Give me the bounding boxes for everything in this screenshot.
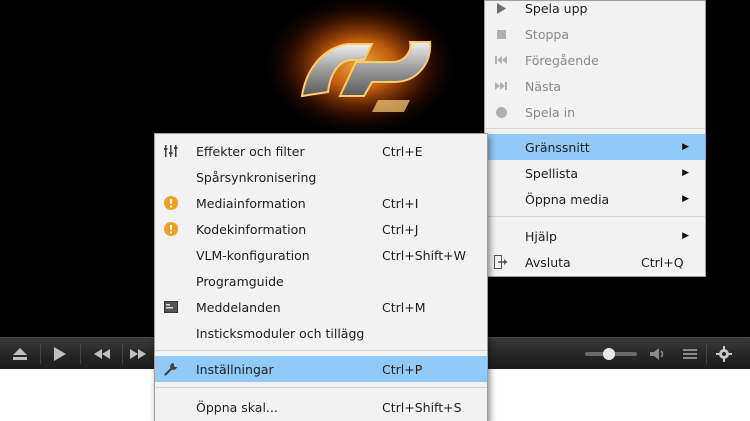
menu-item-label: Nästa [525, 78, 562, 94]
info-icon [163, 221, 179, 237]
play-icon [54, 347, 66, 361]
submenu-arrow-icon: ▶ [682, 194, 689, 204]
menu-item-shortcut: Ctrl+E [382, 143, 423, 159]
menu-item-label: Spellista [525, 165, 579, 181]
menu-item-label: Insticksmoduler och tillägg [196, 325, 365, 341]
menu-item-shortcut: Ctrl+M [382, 299, 426, 315]
menu-item-playlist[interactable]: Spellista ▶ [485, 160, 705, 186]
menu-item-preferences[interactable]: Inställningar Ctrl+P [155, 356, 487, 382]
interface-submenu: Effekter och filter Ctrl+E Spårsynkronis… [154, 133, 488, 421]
menu-item-interface[interactable]: Gränssnitt ▶ [485, 134, 705, 160]
wrench-icon [163, 361, 179, 377]
context-menu: Spela upp Stoppa Föregående Nästa Spela … [484, 0, 706, 277]
menu-item-label: Hjälp [525, 228, 557, 244]
rewind-icon [94, 349, 110, 359]
equalizer-icon [163, 143, 179, 159]
rewind-button[interactable] [84, 338, 120, 370]
eject-button[interactable] [2, 338, 38, 370]
menu-item-shortcut: Ctrl+Q [641, 254, 684, 270]
menu-item-open-shell[interactable]: Öppna skal... Ctrl+Shift+S [155, 394, 487, 420]
settings-button[interactable] [708, 338, 740, 370]
menu-item-label: Stoppa [525, 26, 570, 42]
menu-item-stop[interactable]: Stoppa [485, 21, 705, 47]
player-logo [260, 0, 460, 140]
playlist-button[interactable] [674, 338, 706, 370]
menu-item-track-sync[interactable]: Spårsynkronisering [155, 164, 487, 190]
play-icon [493, 0, 509, 16]
next-icon [493, 78, 509, 94]
messages-icon [163, 299, 179, 315]
menu-item-label: Kodekinformation [196, 221, 307, 237]
play-button[interactable] [42, 338, 78, 370]
fast-forward-icon [130, 349, 146, 359]
settings-gear-icon [716, 346, 732, 362]
menu-item-previous[interactable]: Föregående [485, 47, 705, 73]
menu-item-label: Programguide [196, 273, 284, 289]
menu-item-label: Mediainformation [196, 195, 306, 211]
menu-item-open-media[interactable]: Öppna media ▶ [485, 186, 705, 212]
menu-item-label: Öppna skal... [196, 399, 278, 415]
menu-item-label: Spela upp [525, 0, 588, 16]
menu-item-label: Inställningar [196, 361, 274, 377]
submenu-arrow-icon: ▶ [682, 231, 689, 241]
record-icon [493, 104, 509, 120]
menu-item-effects-filters[interactable]: Effekter och filter Ctrl+E [155, 138, 487, 164]
menu-item-program-guide[interactable]: Programguide [155, 268, 487, 294]
submenu-arrow-icon: ▶ [682, 168, 689, 178]
eject-icon [13, 348, 27, 360]
info-icon [163, 195, 179, 211]
menu-item-play[interactable]: Spela upp [485, 0, 705, 21]
exit-icon [493, 254, 509, 270]
volume-button[interactable] [642, 338, 672, 370]
menu-item-label: Gränssnitt [525, 139, 590, 155]
menu-item-quit[interactable]: Avsluta Ctrl+Q [485, 249, 705, 275]
menu-item-messages[interactable]: Meddelanden Ctrl+M [155, 294, 487, 320]
menu-item-label: Spårsynkronisering [196, 169, 317, 185]
submenu-arrow-icon: ▶ [682, 142, 689, 152]
menu-item-label: Effekter och filter [196, 143, 305, 159]
menu-item-shortcut: Ctrl+P [382, 361, 423, 377]
previous-icon [493, 52, 509, 68]
menu-item-next[interactable]: Nästa [485, 73, 705, 99]
menu-item-help[interactable]: Hjälp ▶ [485, 223, 705, 249]
menu-item-label: Öppna media [525, 191, 610, 207]
menu-item-record[interactable]: Spela in [485, 99, 705, 125]
menu-item-media-info[interactable]: Mediainformation Ctrl+I [155, 190, 487, 216]
menu-item-label: VLM-konfiguration [196, 247, 310, 263]
menu-item-label: Spela in [525, 104, 576, 120]
menu-item-label: Föregående [525, 52, 599, 68]
menu-item-codec-info[interactable]: Kodekinformation Ctrl+J [155, 216, 487, 242]
volume-icon [650, 348, 664, 360]
menu-item-shortcut: Ctrl+Shift+S [382, 399, 462, 415]
volume-slider-handle[interactable] [603, 348, 615, 360]
menu-item-shortcut: Ctrl+Shift+W [382, 247, 466, 263]
menu-item-label: Meddelanden [196, 299, 281, 315]
menu-item-shortcut: Ctrl+I [382, 195, 419, 211]
menu-item-label: Avsluta [525, 254, 571, 270]
menu-item-shortcut: Ctrl+J [382, 221, 419, 237]
stop-icon [493, 26, 509, 42]
playlist-icon [683, 349, 697, 359]
fast-forward-button[interactable] [122, 338, 154, 370]
menu-item-plugins-extensions[interactable]: Insticksmoduler och tillägg [155, 320, 487, 346]
menu-item-vlm-config[interactable]: VLM-konfiguration Ctrl+Shift+W [155, 242, 487, 268]
